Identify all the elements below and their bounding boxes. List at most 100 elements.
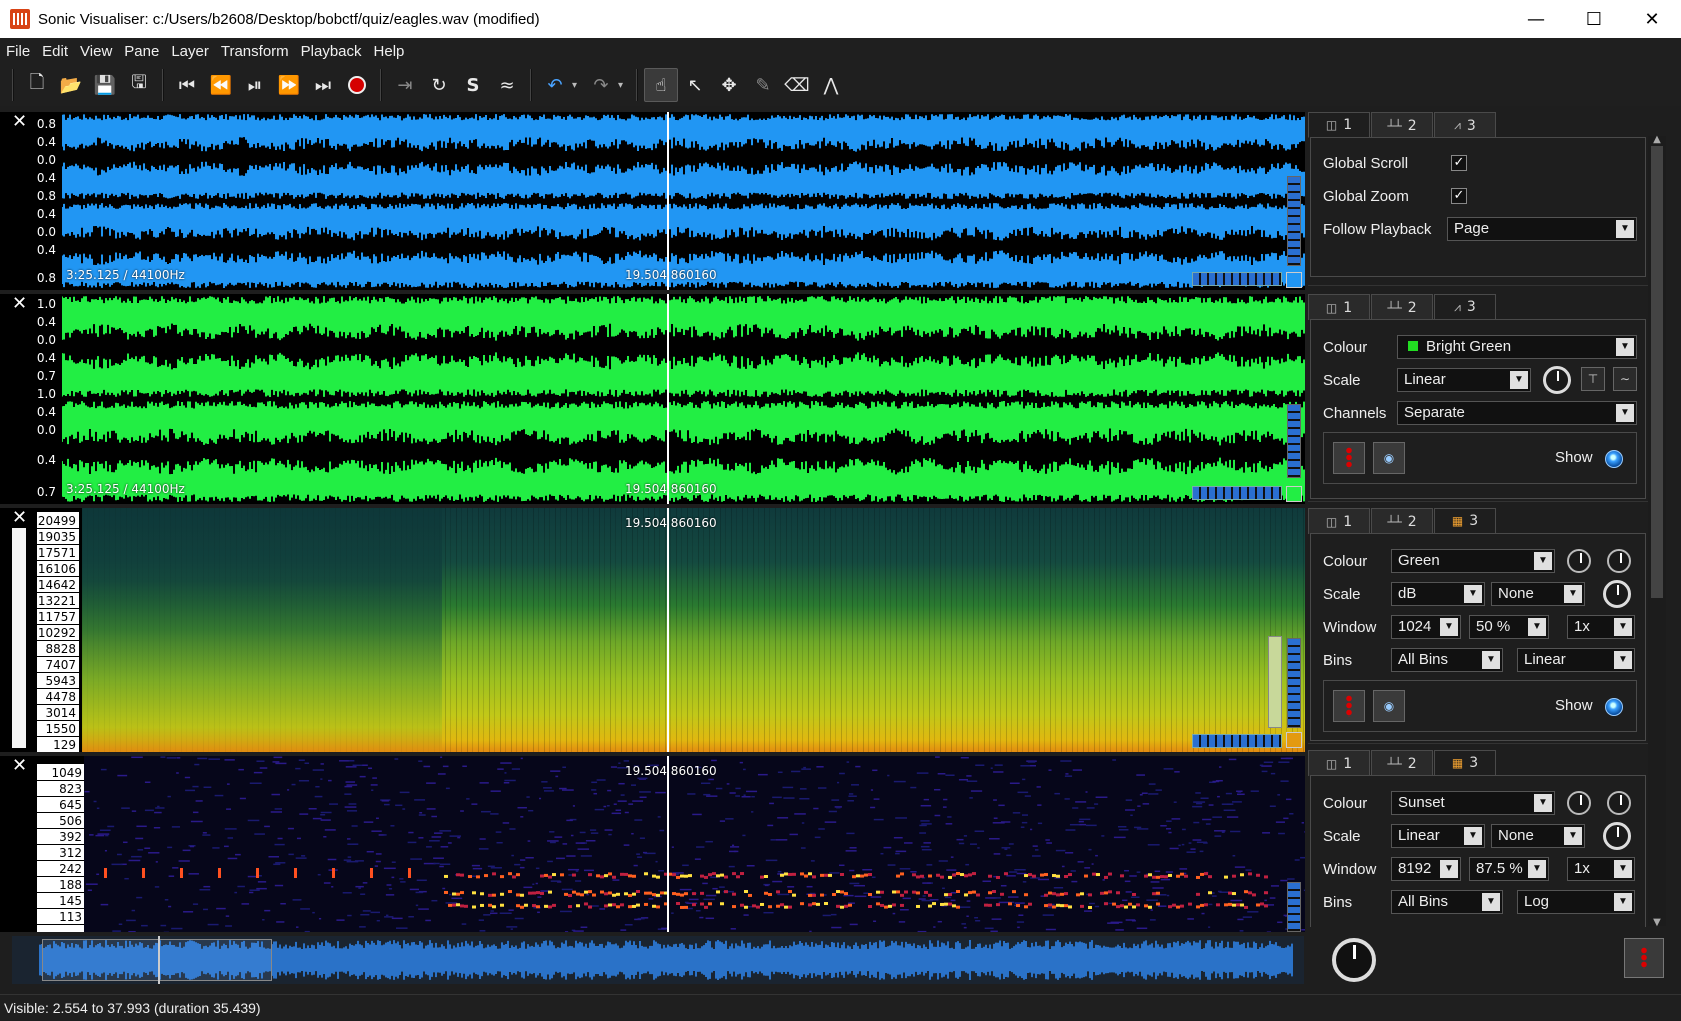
- close-pane-icon[interactable]: ✕: [12, 758, 28, 774]
- fast-forward-icon[interactable]: ⏩: [272, 68, 306, 102]
- menu-pane[interactable]: Pane: [118, 43, 165, 60]
- menu-layer[interactable]: Layer: [165, 43, 215, 60]
- pane-zoom-thumb[interactable]: [1192, 734, 1282, 748]
- gain-knob[interactable]: [1603, 822, 1631, 850]
- save-as-icon[interactable]: 🖫: [122, 68, 156, 102]
- colour-select[interactable]: Bright Green ▼: [1397, 335, 1637, 359]
- vertical-zoom-thumb[interactable]: [1287, 176, 1301, 266]
- tab-2[interactable]: ┴┴2: [1371, 112, 1433, 138]
- menu-help[interactable]: Help: [368, 43, 411, 60]
- play-pause-icon[interactable]: ⏯: [238, 68, 272, 102]
- normalization-select[interactable]: None ▼: [1491, 582, 1585, 606]
- erase-icon[interactable]: ⌫: [780, 68, 814, 102]
- overview-visible-region[interactable]: [42, 939, 272, 981]
- minimize-button[interactable]: —: [1507, 0, 1565, 38]
- spectrogram-pane-green[interactable]: ✕ 20499 19035 17571 16106 14642 13221 11…: [0, 508, 1305, 752]
- close-pane-icon[interactable]: ✕: [12, 510, 28, 526]
- tab-3[interactable]: ⩘3: [1434, 112, 1496, 138]
- aggregate-icon[interactable]: ∼: [1613, 367, 1637, 391]
- threshold-knob[interactable]: [1607, 791, 1631, 815]
- properties-scrollbar[interactable]: ▲ ▼: [1648, 136, 1666, 926]
- scroll-down-icon[interactable]: ▼: [1651, 917, 1663, 928]
- menu-file[interactable]: File: [0, 43, 36, 60]
- gain-knob[interactable]: [1543, 366, 1571, 394]
- oversampling-select[interactable]: 1x ▼: [1567, 857, 1635, 881]
- overlap-select[interactable]: 87.5 % ▼: [1469, 857, 1549, 881]
- window-size-select[interactable]: 8192 ▼: [1391, 857, 1461, 881]
- scrollbar-thumb[interactable]: [1651, 146, 1663, 598]
- vertical-zoom-thumb[interactable]: [1287, 638, 1301, 728]
- scale-select[interactable]: Linear ▼: [1391, 824, 1485, 848]
- oversampling-select[interactable]: 1x ▼: [1567, 615, 1635, 639]
- tab-3[interactable]: ⩘3: [1434, 294, 1496, 320]
- waveform-pane-2[interactable]: ✕ 1.0 0.4 0.0 0.4 0.7 1.0 0.4 0.0 0.4 0.…: [0, 294, 1305, 504]
- play-audio-icon[interactable]: ◉: [1373, 442, 1405, 474]
- colour-select[interactable]: Sunset ▼: [1391, 791, 1555, 815]
- gain-knob[interactable]: [1603, 580, 1631, 608]
- tab-3[interactable]: ▦3: [1434, 508, 1496, 534]
- bins-select[interactable]: All Bins ▼: [1391, 890, 1503, 914]
- redo-icon[interactable]: ↷: [584, 68, 618, 102]
- frequency-scale-select[interactable]: Log ▼: [1517, 890, 1635, 914]
- pane-zoom-thumb[interactable]: [1192, 486, 1282, 500]
- layer-color-swatch[interactable]: [1286, 272, 1302, 288]
- measure-icon[interactable]: ⋀: [814, 68, 848, 102]
- new-icon[interactable]: 🗋: [20, 68, 54, 102]
- vertical-zoom-thumb[interactable]: [1287, 882, 1301, 932]
- menu-transform[interactable]: Transform: [215, 43, 295, 60]
- colour-rotation-knob[interactable]: [1567, 549, 1591, 573]
- undo-dropdown-icon[interactable]: ▾: [572, 80, 584, 91]
- vertical-zoom-thumb[interactable]: [1287, 404, 1301, 478]
- follow-icon[interactable]: ≈: [490, 68, 524, 102]
- scale-select[interactable]: dB ▼: [1391, 582, 1485, 606]
- redo-dropdown-icon[interactable]: ▾: [618, 80, 630, 91]
- normalization-select[interactable]: None ▼: [1491, 824, 1585, 848]
- save-icon[interactable]: 💾: [88, 68, 122, 102]
- rewind-start-icon[interactable]: ⏮: [170, 68, 204, 102]
- playback-speed-knob[interactable]: [1332, 938, 1376, 982]
- tab-2[interactable]: ┴┴2: [1371, 508, 1433, 534]
- tab-3[interactable]: ▦3: [1434, 750, 1496, 776]
- global-zoom-checkbox[interactable]: ✓: [1451, 188, 1467, 204]
- tab-1[interactable]: ◫1: [1308, 750, 1370, 776]
- tab-2[interactable]: ┴┴2: [1371, 750, 1433, 776]
- colour-rotation-knob[interactable]: [1567, 791, 1591, 815]
- rewind-icon[interactable]: ⏪: [204, 68, 238, 102]
- follow-playback-select[interactable]: Page ▼: [1447, 217, 1637, 241]
- undo-icon[interactable]: ↶: [538, 68, 572, 102]
- frequency-scale-select[interactable]: Linear ▼: [1517, 648, 1635, 672]
- play-audio-icon[interactable]: ◉: [1373, 690, 1405, 722]
- select-icon[interactable]: ↖: [678, 68, 712, 102]
- close-window-button[interactable]: ✕: [1623, 0, 1681, 38]
- play-layer-button[interactable]: [1333, 690, 1365, 722]
- layer-color-swatch[interactable]: [1286, 732, 1302, 748]
- window-size-select[interactable]: 1024 ▼: [1391, 615, 1461, 639]
- channels-select[interactable]: Separate ▼: [1397, 401, 1637, 425]
- threshold-knob[interactable]: [1607, 549, 1631, 573]
- menu-view[interactable]: View: [74, 43, 118, 60]
- scale-select[interactable]: Linear ▼: [1397, 368, 1531, 392]
- tab-1[interactable]: ◫1: [1308, 508, 1370, 534]
- draw-icon[interactable]: ✎: [746, 68, 780, 102]
- move-icon[interactable]: ✥: [712, 68, 746, 102]
- overview-panner[interactable]: [12, 936, 1304, 984]
- colour-select[interactable]: Green ▼: [1391, 549, 1555, 573]
- loop-icon[interactable]: ↻: [422, 68, 456, 102]
- playback-meter-button[interactable]: [1624, 938, 1664, 978]
- play-layer-button[interactable]: [1333, 442, 1365, 474]
- show-toggle[interactable]: [1605, 698, 1623, 716]
- layer-color-swatch[interactable]: [1286, 486, 1302, 502]
- pane-zoom-thumb[interactable]: [1192, 272, 1282, 286]
- tab-2[interactable]: ┴┴2: [1371, 294, 1433, 320]
- maximize-button[interactable]: ☐: [1565, 0, 1623, 38]
- overlap-select[interactable]: 50 % ▼: [1469, 615, 1549, 639]
- menu-edit[interactable]: Edit: [36, 43, 74, 60]
- normalize-icon[interactable]: ⊤: [1581, 367, 1605, 391]
- menu-playback[interactable]: Playback: [295, 43, 368, 60]
- tab-1[interactable]: ◫1: [1308, 294, 1370, 320]
- solo-icon[interactable]: S: [456, 68, 490, 102]
- play-selection-icon[interactable]: ⇥: [388, 68, 422, 102]
- show-toggle[interactable]: [1605, 450, 1623, 468]
- bins-select[interactable]: All Bins ▼: [1391, 648, 1503, 672]
- spectrogram-pane-sunset[interactable]: ✕ 1049 823 645 506 392 312 242 188 145 1…: [0, 756, 1305, 932]
